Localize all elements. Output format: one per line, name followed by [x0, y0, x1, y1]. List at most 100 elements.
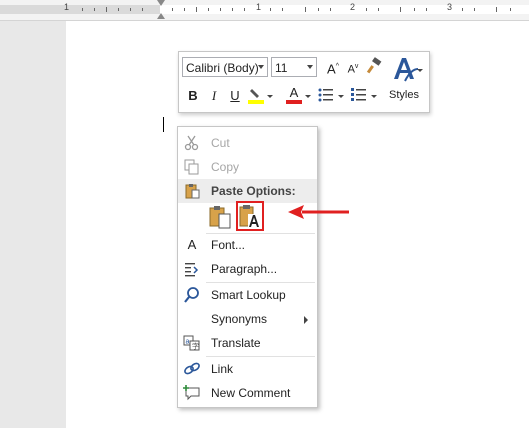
ruler-tick — [366, 8, 367, 11]
horizontal-ruler[interactable]: 1 1 2 3 — [0, 0, 529, 21]
ruler-tick — [94, 8, 95, 11]
scissors-icon — [184, 135, 199, 151]
paste-keep-source-formatting-button[interactable] — [207, 203, 233, 231]
bullets-button[interactable] — [317, 86, 335, 104]
chevron-down-icon[interactable] — [305, 95, 311, 98]
shrink-font-icon: A — [347, 63, 355, 76]
menu-item-label: New Comment — [211, 386, 291, 400]
bold-button[interactable]: B — [184, 87, 202, 105]
text-cursor — [163, 117, 164, 132]
chevron-right-icon — [304, 316, 308, 324]
ruler-tick — [232, 8, 233, 11]
ruler-number: 1 — [64, 2, 70, 12]
numbering-icon — [351, 88, 366, 101]
hanging-indent-marker[interactable] — [157, 13, 165, 19]
grow-font-button[interactable]: A^ — [324, 58, 342, 76]
menu-item-label: Paragraph... — [211, 262, 278, 276]
shrink-font-button[interactable]: Av — [344, 58, 362, 76]
first-line-indent-marker[interactable] — [157, 0, 165, 6]
underline-button[interactable]: U — [226, 87, 244, 105]
menu-item-label: Smart Lookup — [211, 288, 286, 302]
ruler-tick — [414, 8, 415, 11]
ruler-tick — [510, 8, 511, 11]
chevron-down-icon[interactable] — [417, 69, 423, 72]
chevron-down-icon[interactable] — [338, 95, 344, 98]
ruler-tick — [270, 8, 271, 11]
menu-item-label: Translate — [211, 336, 261, 350]
ruler-tick — [208, 8, 209, 11]
paste-text-only-icon — [239, 205, 260, 228]
ruler-tick — [330, 8, 331, 11]
ruler-tick — [426, 8, 427, 11]
menu-item-label: Link — [211, 362, 234, 376]
chevron-down-icon[interactable] — [258, 65, 264, 69]
format-painter-button[interactable] — [365, 57, 383, 75]
svg-text:a: a — [186, 339, 190, 346]
ruler-number: 3 — [447, 2, 453, 12]
font-color-swatch — [286, 100, 302, 104]
italic-button[interactable]: I — [205, 87, 223, 105]
numbering-button[interactable] — [350, 86, 368, 104]
ruler-tick — [220, 8, 221, 11]
highlight-button[interactable] — [247, 86, 265, 104]
annotation-arrow-icon — [288, 205, 349, 219]
ruler-tick — [318, 8, 319, 11]
menu-item-label: Font... — [211, 238, 246, 252]
paste-keep-text-only-button[interactable] — [236, 201, 264, 231]
bullets-icon — [318, 88, 333, 102]
link-icon — [184, 362, 200, 375]
menu-item-link[interactable]: Link — [178, 357, 317, 381]
font-size-value: 11 — [275, 61, 288, 75]
chevron-down-icon[interactable] — [307, 65, 313, 69]
ruler-tick — [142, 8, 143, 11]
menu-item-copy[interactable]: Copy — [178, 155, 317, 179]
font-size-combo[interactable]: 11 — [271, 57, 317, 77]
paste-options-header: Paste Options: — [178, 179, 317, 203]
font-color-icon: A — [289, 85, 299, 100]
menu-item-synonyms[interactable]: Synonyms — [178, 307, 317, 331]
menu-item-font[interactable]: A Font... — [178, 233, 317, 257]
ruler-tick — [172, 8, 173, 11]
menu-item-paragraph[interactable]: Paragraph... — [178, 257, 317, 281]
highlighter-icon — [248, 89, 264, 104]
font-name-value: Calibri (Body) — [186, 61, 259, 75]
ruler-tick — [184, 8, 185, 11]
chevron-down-icon[interactable] — [371, 95, 377, 98]
format-painter-icon — [366, 57, 382, 74]
font-icon: A — [187, 237, 197, 252]
ruler-tick — [378, 8, 379, 11]
font-color-button[interactable]: A — [285, 86, 303, 104]
context-menu: Cut Copy Paste Options: A Font... Paragr… — [177, 126, 318, 408]
ruler-tick — [244, 8, 245, 11]
paragraph-icon — [185, 263, 199, 277]
menu-item-smart-lookup[interactable]: Smart Lookup — [178, 283, 317, 307]
ruler-tick — [106, 7, 107, 12]
ruler-tick — [82, 8, 83, 11]
styles-label[interactable]: Styles — [389, 89, 419, 101]
svg-text:字: 字 — [192, 342, 199, 351]
menu-item-translate[interactable]: a 字 Translate — [178, 331, 317, 355]
ruler-tick — [462, 8, 463, 11]
new-comment-icon — [183, 385, 200, 401]
ruler-margin — [0, 5, 160, 14]
font-name-combo[interactable]: Calibri (Body) — [182, 57, 268, 77]
styles-button[interactable] — [391, 55, 423, 83]
smart-lookup-icon — [184, 287, 199, 303]
menu-item-new-comment[interactable]: New Comment — [178, 381, 317, 405]
menu-item-label: Cut — [211, 136, 230, 150]
ruler-tick — [282, 8, 283, 11]
menu-item-label: Synonyms — [211, 312, 268, 326]
copy-icon — [184, 159, 199, 175]
ruler-tick — [130, 8, 131, 11]
menu-item-cut[interactable]: Cut — [178, 131, 317, 155]
ruler-tick — [496, 7, 497, 12]
menu-item-label: Copy — [211, 160, 240, 174]
ruler-number: 2 — [350, 2, 356, 12]
paste-keep-source-icon — [209, 206, 231, 229]
paste-options-label: Paste Options: — [211, 184, 296, 198]
ruler-tick — [196, 7, 197, 12]
ruler-tick — [305, 7, 306, 12]
clipboard-icon — [185, 184, 200, 199]
chevron-down-icon[interactable] — [267, 95, 273, 98]
ruler-tick — [474, 8, 475, 11]
